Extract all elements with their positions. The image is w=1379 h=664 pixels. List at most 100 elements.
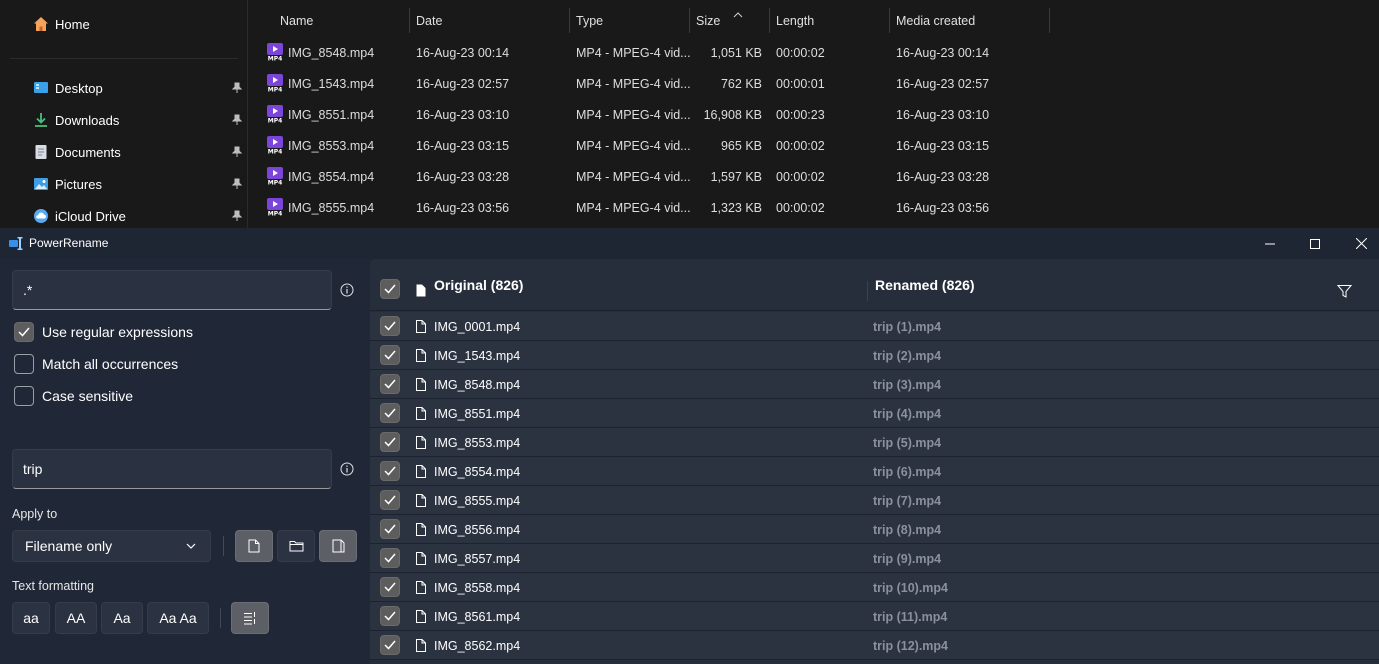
include-subfolders-button[interactable]	[319, 530, 357, 562]
file-row[interactable]: MP4 IMG_8555.mp4 16-Aug-23 03:56 MP4 - M…	[249, 192, 1379, 223]
file-length: 00:00:02	[776, 169, 825, 184]
list-item[interactable]: IMG_0001.mp4 trip (1).mp4	[370, 312, 1379, 341]
close-button[interactable]	[1338, 228, 1379, 259]
file-size: 1,323 KB	[710, 200, 762, 215]
list-item[interactable]: IMG_8558.mp4 trip (10).mp4	[370, 573, 1379, 602]
file-row[interactable]: MP4 IMG_1543.mp4 16-Aug-23 02:57 MP4 - M…	[249, 68, 1379, 99]
replace-input[interactable]: trip	[12, 449, 332, 489]
file-icon	[416, 378, 426, 391]
item-checkbox[interactable]	[380, 548, 400, 568]
list-item[interactable]: IMG_8553.mp4 trip (5).mp4	[370, 428, 1379, 457]
list-item[interactable]: IMG_8555.mp4 trip (7).mp4	[370, 486, 1379, 515]
file-type: MP4 - MPEG-4 vid...	[576, 169, 691, 184]
lowercase-button[interactable]: aa	[12, 602, 50, 634]
column-divider[interactable]	[889, 8, 890, 33]
checkbox-label: Case sensitive	[42, 388, 134, 404]
item-checkbox[interactable]	[380, 606, 400, 626]
select-all-checkbox[interactable]	[380, 279, 400, 299]
uppercase-button[interactable]: AA	[55, 602, 97, 634]
list-item[interactable]: IMG_8561.mp4 trip (11).mp4	[370, 602, 1379, 631]
file-name: IMG_8555.mp4	[288, 200, 375, 215]
checkmark-icon	[384, 524, 396, 534]
column-header-size[interactable]: Size	[696, 8, 720, 33]
match-all-checkbox[interactable]	[14, 354, 34, 374]
nav-item-desktop[interactable]: Desktop	[0, 74, 248, 102]
column-header-type[interactable]: Type	[576, 8, 603, 33]
title-bar[interactable]: PowerRename	[0, 228, 1379, 259]
list-item[interactable]: IMG_1543.mp4 trip (2).mp4	[370, 341, 1379, 370]
titlecase-button[interactable]: Aa	[101, 602, 143, 634]
list-item[interactable]: IMG_8548.mp4 trip (3).mp4	[370, 370, 1379, 399]
item-checkbox[interactable]	[380, 345, 400, 365]
column-header-length[interactable]: Length	[776, 8, 814, 33]
item-checkbox[interactable]	[380, 490, 400, 510]
mp4-file-icon: MP4	[267, 105, 283, 123]
mp4-file-icon: MP4	[267, 167, 283, 185]
item-checkbox[interactable]	[380, 577, 400, 597]
nav-item-home[interactable]: Home	[0, 10, 248, 38]
nav-item-icloud-drive[interactable]: iCloud Drive	[0, 202, 248, 230]
enumerate-items-button[interactable]	[231, 602, 269, 634]
column-divider[interactable]	[569, 8, 570, 33]
file-type: MP4 - MPEG-4 vid...	[576, 76, 691, 91]
folder-icon	[289, 541, 303, 552]
search-input[interactable]: .*	[12, 270, 332, 310]
mp4-file-icon: MP4	[267, 198, 283, 216]
filter-icon[interactable]	[1337, 284, 1352, 299]
chevron-down-icon	[186, 543, 196, 549]
item-checkbox[interactable]	[380, 432, 400, 452]
use-regex-option[interactable]: Use regular expressions	[14, 322, 193, 342]
apply-to-dropdown[interactable]: Filename only	[12, 530, 211, 562]
file-icon	[248, 539, 260, 553]
item-checkbox[interactable]	[380, 374, 400, 394]
list-item[interactable]: IMG_8556.mp4 trip (8).mp4	[370, 515, 1379, 544]
column-header-media-created[interactable]: Media created	[896, 8, 975, 33]
toolbar-divider	[223, 536, 224, 556]
case-sensitive-option[interactable]: Case sensitive	[14, 386, 133, 406]
case-sensitive-checkbox[interactable]	[14, 386, 34, 406]
file-date: 16-Aug-23 03:28	[416, 169, 510, 184]
item-checkbox[interactable]	[380, 519, 400, 539]
nav-item-downloads[interactable]: Downloads	[0, 106, 248, 134]
minimize-icon	[1265, 243, 1275, 244]
file-row[interactable]: MP4 IMG_8548.mp4 16-Aug-23 00:14 MP4 - M…	[249, 37, 1379, 68]
nav-item-documents[interactable]: Documents	[0, 138, 248, 166]
file-date: 16-Aug-23 02:57	[416, 76, 510, 91]
item-checkbox[interactable]	[380, 461, 400, 481]
list-item[interactable]: IMG_8562.mp4 trip (12).mp4	[370, 631, 1379, 660]
file-media-created: 16-Aug-23 03:56	[896, 200, 990, 215]
renamed-name: trip (4).mp4	[873, 406, 942, 421]
column-divider[interactable]	[769, 8, 770, 33]
column-divider[interactable]	[1049, 8, 1050, 33]
column-header-name[interactable]: Name	[280, 8, 313, 33]
file-date: 16-Aug-23 03:56	[416, 200, 510, 215]
use-regex-checkbox[interactable]	[14, 322, 34, 342]
maximize-button[interactable]	[1292, 228, 1338, 259]
include-files-button[interactable]	[235, 530, 273, 562]
list-item[interactable]: IMG_8554.mp4 trip (6).mp4	[370, 457, 1379, 486]
column-header-date[interactable]: Date	[416, 8, 442, 33]
list-item[interactable]: IMG_8551.mp4 trip (4).mp4	[370, 399, 1379, 428]
capitalize-each-word-button[interactable]: Aa Aa	[147, 602, 209, 634]
renamed-name: trip (7).mp4	[873, 493, 942, 508]
file-row[interactable]: MP4 IMG_8551.mp4 16-Aug-23 03:10 MP4 - M…	[249, 99, 1379, 130]
item-checkbox[interactable]	[380, 403, 400, 423]
file-name: IMG_8551.mp4	[288, 107, 375, 122]
file-media-created: 16-Aug-23 02:57	[896, 76, 990, 91]
match-all-option[interactable]: Match all occurrences	[14, 354, 178, 374]
info-icon[interactable]	[340, 462, 354, 476]
original-column-header: Original (826)	[434, 277, 524, 293]
column-divider[interactable]	[689, 8, 690, 33]
minimize-button[interactable]	[1247, 228, 1293, 259]
include-folders-button[interactable]	[277, 530, 315, 562]
nav-item-pictures[interactable]: Pictures	[0, 170, 248, 198]
file-row[interactable]: MP4 IMG_8554.mp4 16-Aug-23 03:28 MP4 - M…	[249, 161, 1379, 192]
item-checkbox[interactable]	[380, 635, 400, 655]
file-row[interactable]: MP4 IMG_8553.mp4 16-Aug-23 03:15 MP4 - M…	[249, 130, 1379, 161]
file-size: 1,597 KB	[710, 169, 762, 184]
item-checkbox[interactable]	[380, 316, 400, 336]
column-divider[interactable]	[409, 8, 410, 33]
info-icon[interactable]	[340, 283, 354, 297]
apply-to-label: Apply to	[12, 507, 58, 521]
list-item[interactable]: IMG_8557.mp4 trip (9).mp4	[370, 544, 1379, 573]
